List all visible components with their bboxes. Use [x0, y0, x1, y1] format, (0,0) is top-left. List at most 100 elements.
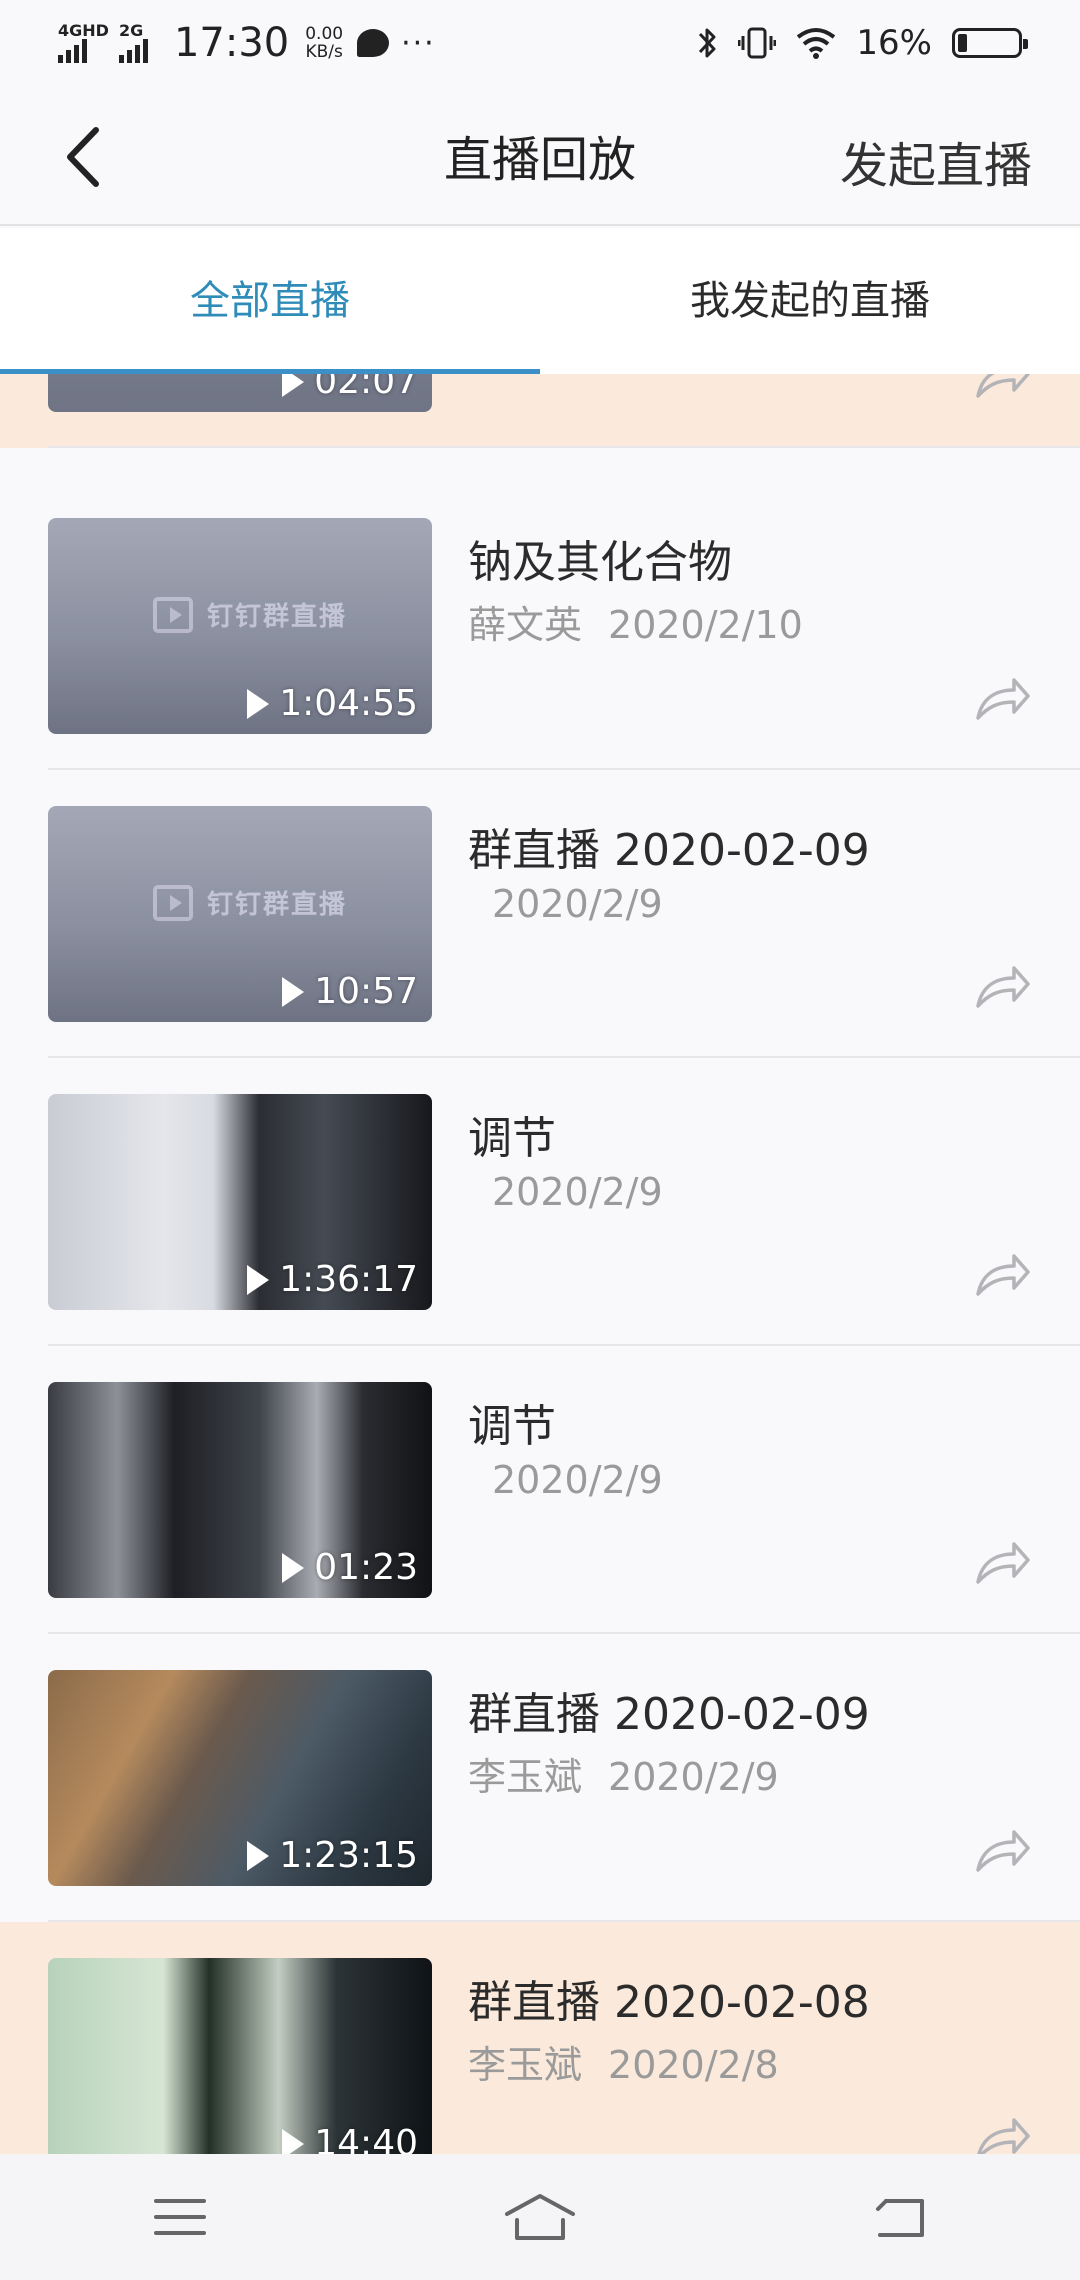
- network-4g: 4GHD: [58, 23, 109, 63]
- item-author: 李玉斌: [468, 2043, 583, 2087]
- list-item[interactable]: 1:36:17 调节 2020/2/9: [0, 1058, 1080, 1346]
- network-speed: 0.00 KB/s: [305, 25, 343, 61]
- watermark-text: 钉钉群直播: [207, 890, 348, 920]
- system-navigation-bar: [0, 2154, 1080, 2280]
- item-meta: 2020/2/9: [468, 1170, 663, 1214]
- duration-badge: 1:04:55: [247, 683, 418, 724]
- item-title: 调节: [468, 1113, 556, 1164]
- tab-bar: 全部直播 我发起的直播: [0, 228, 1080, 374]
- tv-icon: [153, 596, 193, 633]
- tab-my-live[interactable]: 我发起的直播: [540, 228, 1080, 374]
- item-meta: 李玉斌 2020/2/8: [468, 2034, 779, 2089]
- share-icon[interactable]: [974, 374, 1032, 402]
- menu-icon: [154, 2199, 206, 2235]
- item-title: 钠及其化合物: [468, 537, 732, 588]
- network-speed-value: 0.00: [305, 24, 344, 44]
- video-thumbnail[interactable]: 02:07: [48, 374, 432, 412]
- video-thumbnail[interactable]: 1:36:17: [48, 1094, 432, 1310]
- home-icon: [505, 2194, 575, 2240]
- wifi-icon: [797, 28, 836, 59]
- back-button[interactable]: [860, 2187, 940, 2247]
- divider: [48, 446, 1080, 448]
- item-date: 2020/2/10: [608, 603, 803, 647]
- duration-badge: 01:23: [282, 1547, 418, 1588]
- clock: 17:30: [173, 20, 290, 66]
- item-meta: 李玉斌 2020/2/9: [468, 1746, 779, 1801]
- list-item[interactable]: 02:07: [0, 374, 1080, 448]
- status-right: 16%: [696, 23, 1028, 63]
- video-thumbnail[interactable]: 01:23: [48, 1382, 432, 1598]
- signal-icon: [118, 39, 148, 63]
- item-author: 李玉斌: [468, 1755, 583, 1799]
- item-meta: 2020/2/9: [468, 1458, 663, 1502]
- play-icon: [282, 374, 305, 397]
- duration-badge: 1:23:15: [247, 1835, 418, 1876]
- duration-text: 1:36:17: [279, 1259, 418, 1300]
- replay-list: 02:07 钉钉群直播 1:04:55 钠及其化合物 薛文英 2020/2/10 …: [0, 374, 1080, 2154]
- duration-text: 01:23: [314, 1547, 418, 1588]
- item-date: 2020/2/9: [492, 1170, 663, 1214]
- start-live-button[interactable]: 发起直播: [840, 126, 1032, 196]
- item-author: 薛文英: [468, 603, 583, 647]
- network-indicators: 4GHD 2G: [58, 23, 148, 63]
- item-title: 群直播 2020-02-09: [468, 825, 870, 876]
- video-thumbnail[interactable]: 1:23:15: [48, 1670, 432, 1886]
- network-speed-unit: KB/s: [305, 42, 343, 62]
- item-title: 调节: [468, 1401, 556, 1452]
- item-date: 2020/2/9: [608, 1755, 779, 1799]
- menu-button[interactable]: [140, 2187, 220, 2247]
- duration-badge: 02:07: [282, 374, 418, 402]
- battery-level: [958, 34, 968, 52]
- watermark-logo: 钉钉群直播: [153, 596, 347, 633]
- list-item[interactable]: 钉钉群直播 1:04:55 钠及其化合物 薛文英 2020/2/10: [0, 482, 1080, 770]
- video-thumbnail[interactable]: 14:40: [48, 1958, 432, 2154]
- network-2g-label: 2G: [118, 21, 144, 40]
- duration-text: 14:40: [314, 2123, 418, 2154]
- list-item[interactable]: 01:23 调节 2020/2/9: [0, 1346, 1080, 1634]
- home-button[interactable]: [500, 2187, 580, 2247]
- back-icon: [876, 2199, 924, 2237]
- item-title: 群直播 2020-02-08: [468, 1977, 870, 2028]
- list-item[interactable]: 14:40 群直播 2020-02-08 李玉斌 2020/2/8: [0, 1922, 1080, 2154]
- share-icon[interactable]: [974, 962, 1032, 1012]
- item-date: 2020/2/8: [608, 2043, 779, 2087]
- navigation-bar: 直播回放 发起直播: [0, 86, 1080, 226]
- tv-icon: [153, 884, 193, 921]
- signal-icon: [58, 39, 87, 63]
- battery-icon: [952, 28, 1028, 58]
- item-meta: 2020/2/9: [468, 882, 663, 926]
- message-notification-icon: [357, 29, 390, 57]
- tab-all-live[interactable]: 全部直播: [0, 228, 540, 374]
- share-icon[interactable]: [974, 1538, 1032, 1588]
- duration-badge: 10:57: [282, 971, 418, 1012]
- duration-text: 1:04:55: [279, 683, 418, 724]
- play-icon: [282, 976, 305, 1007]
- network-4g-label: 4GHD: [58, 21, 109, 40]
- duration-badge: 14:40: [282, 2123, 418, 2154]
- more-notifications-icon: ···: [401, 25, 436, 61]
- list-item[interactable]: 钉钉群直播 10:57 群直播 2020-02-09 2020/2/9: [0, 770, 1080, 1058]
- item-title: 群直播 2020-02-09: [468, 1689, 870, 1740]
- share-icon[interactable]: [974, 674, 1032, 724]
- duration-badge: 1:36:17: [247, 1259, 418, 1300]
- network-2g: 2G: [118, 21, 148, 63]
- vibrate-icon: [738, 27, 777, 59]
- status-bar: 4GHD 2G 17:30 0.00 KB/s ··· 16%: [0, 0, 1080, 86]
- bluetooth-icon: [699, 28, 716, 58]
- share-icon[interactable]: [974, 2114, 1032, 2154]
- chevron-left-icon[interactable]: [56, 122, 116, 192]
- video-thumbnail[interactable]: 钉钉群直播 1:04:55: [48, 518, 432, 734]
- duration-text: 02:07: [314, 374, 418, 402]
- share-icon[interactable]: [974, 1250, 1032, 1300]
- share-icon[interactable]: [974, 1826, 1032, 1876]
- video-thumbnail[interactable]: 钉钉群直播 10:57: [48, 806, 432, 1022]
- watermark-text: 钉钉群直播: [207, 602, 348, 632]
- play-icon: [282, 1552, 305, 1583]
- item-meta: 薛文英 2020/2/10: [468, 594, 803, 649]
- item-date: 2020/2/9: [492, 882, 663, 926]
- item-date: 2020/2/9: [492, 1458, 663, 1502]
- list-item[interactable]: 1:23:15 群直播 2020-02-09 李玉斌 2020/2/9: [0, 1634, 1080, 1922]
- duration-text: 10:57: [314, 971, 418, 1012]
- battery-percent: 16%: [856, 23, 932, 63]
- watermark-logo: 钉钉群直播: [153, 884, 347, 921]
